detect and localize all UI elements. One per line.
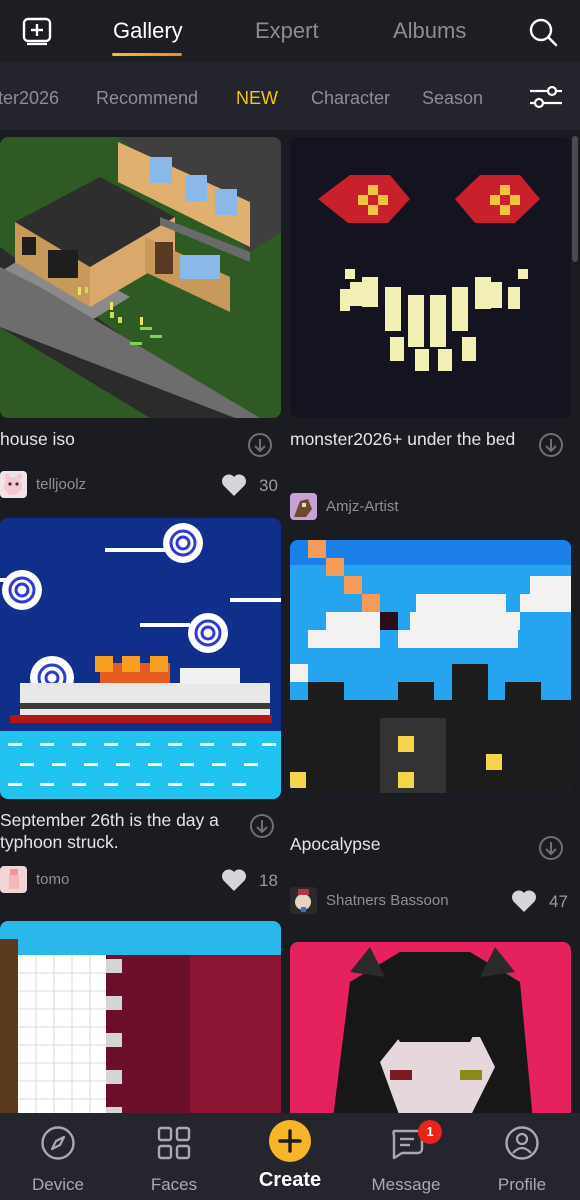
category-chip[interactable]: Season: [422, 88, 483, 109]
nav-label: Message: [371, 1175, 441, 1194]
heart-icon[interactable]: [221, 473, 247, 497]
grid-icon: [156, 1125, 192, 1161]
artwork-title: house iso: [0, 429, 75, 449]
artwork-title: September 26th is the day a typhoon stru…: [0, 810, 219, 852]
artwork-title: Apocalypse: [290, 834, 381, 854]
nav-device[interactable]: Device: [0, 1113, 116, 1200]
avatar: [0, 866, 27, 893]
like-count: 47: [549, 892, 568, 911]
artwork-thumbnail[interactable]: [0, 518, 281, 799]
active-tab-indicator: [112, 53, 182, 56]
artwork-thumbnail[interactable]: [290, 137, 571, 418]
nav-label: Profile: [497, 1175, 547, 1194]
artwork-card[interactable]: house iso telljoolz 30: [0, 137, 281, 507]
download-icon[interactable]: [249, 813, 275, 839]
nav-create[interactable]: Create: [232, 1113, 348, 1200]
author-row[interactable]: Amjz-Artist: [290, 493, 571, 520]
bottom-nav: Device Faces Create 1 Message Profile: [0, 1113, 580, 1200]
avatar: [0, 471, 27, 498]
nav-faces[interactable]: Faces: [116, 1113, 232, 1200]
artwork-card[interactable]: [0, 921, 281, 1113]
like-count: 18: [259, 871, 278, 890]
gallery-feed[interactable]: house iso telljoolz 30 monster2026+ unde…: [0, 130, 580, 1113]
download-icon[interactable]: [538, 432, 564, 458]
scrollbar[interactable]: [572, 136, 578, 262]
artwork-thumbnail[interactable]: [0, 137, 281, 418]
profile-icon: [504, 1125, 540, 1161]
author-name: tomo: [36, 871, 70, 888]
artwork-thumbnail[interactable]: [290, 942, 571, 1113]
tab-expert[interactable]: Expert: [255, 18, 319, 44]
artwork-card[interactable]: Apocalypse Shatners Bassoon 47: [290, 540, 571, 920]
add-post-icon[interactable]: [22, 16, 54, 46]
artwork-thumbnail[interactable]: [0, 921, 281, 1113]
avatar: [290, 887, 317, 914]
category-bar: ter2026 Recommend NEW Character Season: [0, 62, 580, 130]
unread-badge: 1: [418, 1120, 442, 1144]
top-nav: Gallery Expert Albums: [0, 0, 580, 62]
tab-albums[interactable]: Albums: [393, 18, 466, 44]
author-name: Shatners Bassoon: [326, 892, 449, 909]
category-chip[interactable]: NEW: [236, 88, 278, 109]
author-name: telljoolz: [36, 476, 87, 493]
author-name: Amjz-Artist: [326, 498, 399, 515]
filter-icon[interactable]: [528, 82, 564, 112]
plus-circle-icon: [268, 1119, 312, 1163]
download-icon[interactable]: [538, 835, 564, 861]
nav-profile[interactable]: Profile: [464, 1113, 580, 1200]
download-icon[interactable]: [247, 432, 273, 458]
artwork-thumbnail[interactable]: [290, 540, 571, 793]
avatar: [290, 493, 317, 520]
nav-label: Device: [32, 1175, 84, 1194]
like-count: 30: [259, 476, 278, 495]
artwork-card[interactable]: [290, 942, 571, 1113]
category-chip[interactable]: Character: [311, 88, 390, 109]
nav-message[interactable]: 1 Message: [348, 1113, 464, 1200]
category-chip[interactable]: Recommend: [96, 88, 198, 109]
artwork-card[interactable]: monster2026+ under the bed Amjz-Artist 4…: [290, 137, 571, 520]
artwork-card[interactable]: September 26th is the day a typhoon stru…: [0, 518, 281, 898]
compass-icon: [40, 1125, 76, 1161]
tab-gallery[interactable]: Gallery: [113, 18, 183, 44]
category-chip[interactable]: ter2026: [0, 88, 59, 109]
heart-icon[interactable]: [221, 868, 247, 892]
nav-label: Create: [258, 1169, 322, 1191]
artwork-title: monster2026+ under the bed: [290, 429, 516, 449]
heart-icon[interactable]: [511, 889, 537, 913]
nav-label: Faces: [150, 1175, 198, 1194]
search-icon[interactable]: [528, 17, 558, 47]
